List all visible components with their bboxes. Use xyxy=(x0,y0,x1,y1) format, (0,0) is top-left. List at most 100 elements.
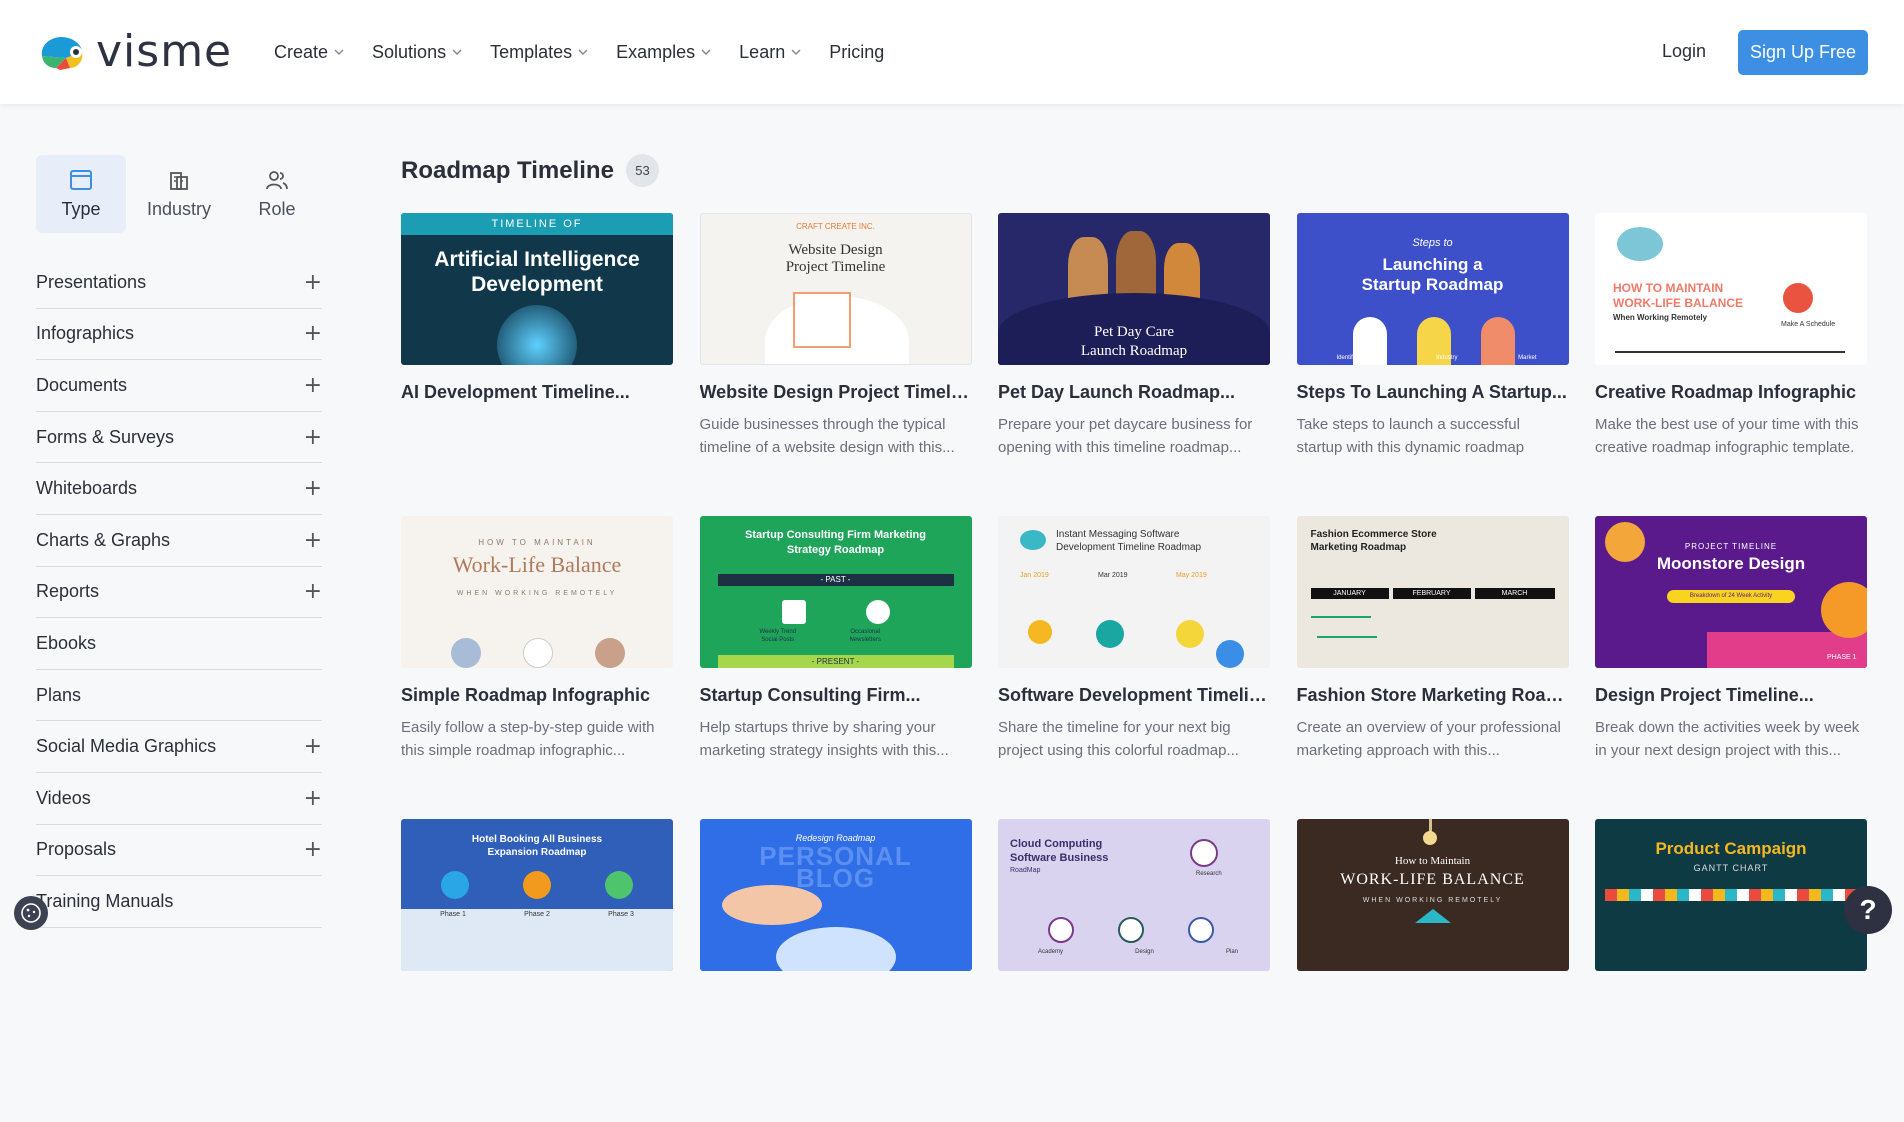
visme-logo[interactable]: visme xyxy=(36,30,232,74)
cookie-settings-button[interactable] xyxy=(14,896,48,930)
template-card[interactable]: Redesign Roadmap PERSONAL BLOG xyxy=(699,819,972,1122)
nav-item-create[interactable]: Create xyxy=(274,42,344,63)
template-card[interactable]: How to Maintain WORK-LIFE BALANCE WHEN W… xyxy=(1296,819,1569,1122)
thumb-text: GANTT CHART xyxy=(1693,863,1769,873)
template-thumbnail[interactable]: HOW TO MAINTAIN Work-Life Balance WHEN W… xyxy=(401,516,673,668)
template-thumbnail[interactable]: HOW TO MAINTAIN WORK-LIFE BALANCE When Wo… xyxy=(1595,213,1867,365)
plus-icon[interactable]: + xyxy=(304,786,322,811)
template-thumbnail[interactable]: Startup Consulting Firm Marketing Strateg… xyxy=(699,516,972,668)
template-thumbnail[interactable]: Fashion Ecommerce Store Marketing Roadmap… xyxy=(1296,516,1569,668)
template-card[interactable]: Instant Messaging Software Development Ti… xyxy=(998,516,1270,819)
category-item[interactable]: Social Media Graphics + xyxy=(36,721,322,773)
category-item[interactable]: Whiteboards + xyxy=(36,463,322,515)
thumb-text: WHEN WORKING REMOTELY xyxy=(1362,897,1503,904)
category-item[interactable]: Plans xyxy=(36,670,322,722)
template-thumbnail[interactable]: Redesign Roadmap PERSONAL BLOG xyxy=(699,819,972,971)
users-icon xyxy=(266,170,288,189)
thumb-text: Hotel Booking All Business Expansion Road… xyxy=(471,834,603,858)
template-thumbnail[interactable]: PROJECT TIMELINE Moonstore Design Breakd… xyxy=(1595,516,1867,668)
plus-icon[interactable]: + xyxy=(304,476,322,501)
template-card[interactable]: Startup Consulting Firm Marketing Strateg… xyxy=(699,516,972,819)
thumb-text: HOW TO MAINTAIN WORK-LIFE BALANCE xyxy=(1613,281,1743,310)
plus-icon[interactable]: + xyxy=(304,837,322,862)
template-card[interactable]: CRAFT CREATE INC. Website Design Project … xyxy=(699,213,972,516)
template-title[interactable]: Fashion Store Marketing Roadm... xyxy=(1297,685,1569,706)
category-item[interactable]: Presentations + xyxy=(36,257,322,309)
template-title[interactable]: Website Design Project Timeline... xyxy=(700,382,972,403)
template-thumbnail[interactable]: TIMELINE OF Artificial Intelligence Devel… xyxy=(401,213,673,365)
tab-type[interactable]: Type xyxy=(36,155,126,233)
plus-icon[interactable]: + xyxy=(304,425,322,450)
chevron-down-icon xyxy=(701,49,711,56)
plus-icon[interactable]: + xyxy=(304,734,322,759)
category-label: Presentations xyxy=(36,271,147,292)
template-title[interactable]: Software Development Timeline... xyxy=(998,685,1270,706)
template-thumbnail[interactable]: CRAFT CREATE INC. Website Design Project … xyxy=(699,213,972,365)
thumb-text: Artificial Intelligence Development xyxy=(434,248,640,296)
template-card[interactable]: Steps to Launching a Startup Roadmap Iden… xyxy=(1296,213,1569,516)
nav-item-learn[interactable]: Learn xyxy=(739,42,801,63)
help-button[interactable]: ? xyxy=(1844,886,1892,934)
thumb-text: Fashion Ecommerce Store Marketing Roadmap xyxy=(1310,529,1437,553)
category-item[interactable]: Charts & Graphs + xyxy=(36,515,322,567)
nav-item-pricing[interactable]: Pricing xyxy=(829,42,884,63)
sign-up-button[interactable]: Sign Up Free xyxy=(1738,30,1868,75)
thumb-text: Occasional Newsletters xyxy=(849,629,881,643)
template-card[interactable]: HOW TO MAINTAIN Work-Life Balance WHEN W… xyxy=(401,516,673,819)
template-thumbnail[interactable]: Product Campaign GANTT CHART xyxy=(1595,819,1867,971)
template-title[interactable]: Pet Day Launch Roadmap... xyxy=(998,382,1270,403)
template-thumbnail[interactable]: How to Maintain WORK-LIFE BALANCE WHEN W… xyxy=(1296,819,1569,971)
thumb-text: Steps to xyxy=(1412,237,1453,249)
plus-icon[interactable]: + xyxy=(304,579,322,604)
plus-icon[interactable]: + xyxy=(304,270,322,295)
template-card[interactable]: Hotel Booking All Business Expansion Road… xyxy=(401,819,673,1122)
tab-role[interactable]: Role xyxy=(232,155,322,233)
template-thumbnail[interactable]: Pet Day Care Launch Roadmap xyxy=(998,213,1270,365)
thumb-text: FEBRUARY xyxy=(1392,588,1471,599)
thumb-text: Academy Design Plan xyxy=(1038,949,1238,955)
thumb-text: Website Design Project Timeline xyxy=(785,242,886,275)
template-card[interactable]: TIMELINE OF Artificial Intelligence Devel… xyxy=(401,213,673,516)
template-card[interactable]: Fashion Ecommerce Store Marketing Roadmap… xyxy=(1296,516,1569,819)
template-title[interactable]: AI Development Timeline... xyxy=(401,382,673,403)
nav-item-templates[interactable]: Templates xyxy=(490,42,588,63)
template-card[interactable]: Product Campaign GANTT CHART xyxy=(1595,819,1867,1122)
tab-industry[interactable]: Industry xyxy=(134,155,224,233)
login-link[interactable]: Login xyxy=(1662,41,1706,62)
category-item[interactable]: Training Manuals xyxy=(36,876,322,928)
plus-icon[interactable]: + xyxy=(304,321,322,346)
template-card[interactable]: Cloud Computing Software Business RoadMap… xyxy=(998,819,1270,1122)
category-item[interactable]: Videos + xyxy=(36,773,322,825)
template-thumbnail[interactable]: Steps to Launching a Startup Roadmap Iden… xyxy=(1296,213,1569,365)
nav-item-solutions[interactable]: Solutions xyxy=(372,42,462,63)
template-title[interactable]: Design Project Timeline... xyxy=(1595,685,1867,706)
category-item[interactable]: Proposals + xyxy=(36,825,322,877)
category-item[interactable]: Ebooks xyxy=(36,618,322,670)
tab-label: Industry xyxy=(146,198,212,219)
page-title: Roadmap Timeline xyxy=(401,156,614,184)
plus-icon[interactable]: + xyxy=(304,528,322,553)
category-item[interactable]: Documents + xyxy=(36,360,322,412)
category-label: Whiteboards xyxy=(36,478,138,499)
template-thumbnail[interactable]: Instant Messaging Software Development Ti… xyxy=(998,516,1270,668)
template-title[interactable]: Steps To Launching A Startup... xyxy=(1297,382,1569,403)
filter-tabs: Type Industry Role xyxy=(36,155,330,233)
template-description: Prepare your pet daycare business for op… xyxy=(998,416,1253,456)
template-card[interactable]: Pet Day Care Launch Roadmap Pet Day Launch… xyxy=(998,213,1270,516)
chevron-down-icon xyxy=(791,49,801,56)
category-label: Social Media Graphics xyxy=(36,736,217,757)
template-title[interactable]: Simple Roadmap Infographic xyxy=(401,685,673,706)
template-thumbnail[interactable]: Hotel Booking All Business Expansion Road… xyxy=(401,819,673,971)
template-card[interactable]: HOW TO MAINTAIN WORK-LIFE BALANCE When Wo… xyxy=(1595,213,1867,516)
template-title[interactable]: Startup Consulting Firm... xyxy=(700,685,972,706)
thumb-text: Work-Life Balance xyxy=(452,552,622,577)
category-item[interactable]: Reports + xyxy=(36,567,322,619)
chameleon-logo-icon xyxy=(41,36,83,70)
nav-item-examples[interactable]: Examples xyxy=(616,42,711,63)
template-thumbnail[interactable]: Cloud Computing Software Business RoadMap… xyxy=(998,819,1270,971)
plus-icon[interactable]: + xyxy=(304,373,322,398)
template-title[interactable]: Creative Roadmap Infographic xyxy=(1595,382,1867,403)
category-item[interactable]: Infographics + xyxy=(36,309,322,361)
template-card[interactable]: PROJECT TIMELINE Moonstore Design Breakd… xyxy=(1595,516,1867,819)
category-item[interactable]: Forms & Surveys + xyxy=(36,412,322,464)
